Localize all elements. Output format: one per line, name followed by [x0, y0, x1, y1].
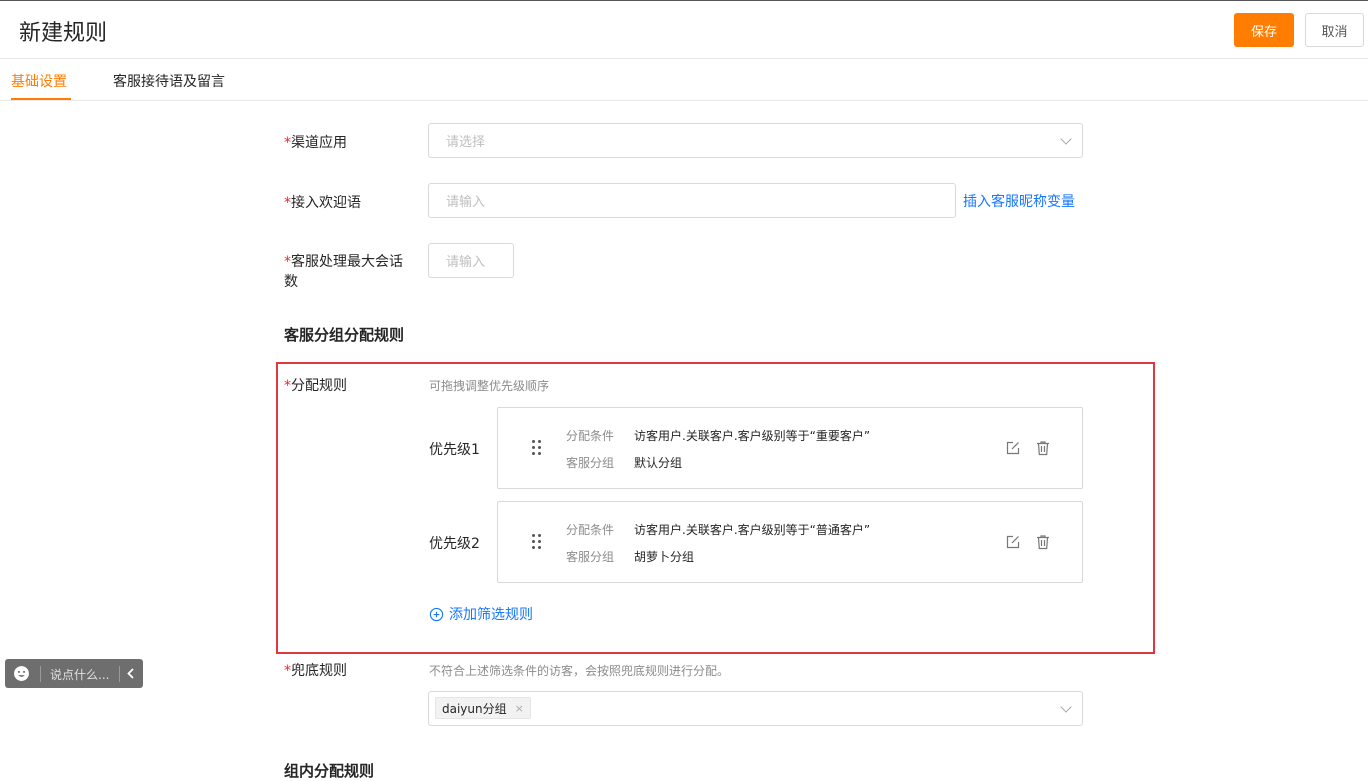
insert-nickname-variable-link[interactable]: 插入客服昵称变量: [963, 191, 1075, 211]
page-title: 新建规则: [19, 21, 108, 46]
active-tab-indicator: [11, 98, 71, 100]
priority-2-card: 分配条件 访客用户.关联客户.客户级别等于“普通客户” 客服分组 胡萝卜分组: [497, 501, 1083, 583]
close-icon[interactable]: ×: [515, 702, 524, 715]
chat-widget-placeholder: 说点什么...: [50, 668, 110, 682]
max-sessions-label-line2: 数: [284, 274, 298, 290]
group-value: 胡萝卜分组: [634, 550, 695, 564]
group-key: 客服分组: [566, 550, 615, 564]
priority-2-label: 优先级2: [429, 536, 480, 552]
chevron-left-icon[interactable]: [125, 667, 137, 680]
assignment-rule-label-text: 分配规则: [291, 378, 347, 394]
channel-select-placeholder: 请选择: [446, 135, 486, 150]
chevron-down-icon: [1060, 700, 1072, 713]
assignment-rule-label: *分配规则: [284, 378, 347, 394]
trash-icon[interactable]: [1035, 534, 1051, 550]
channel-label-text: 渠道应用: [291, 135, 347, 151]
condition-value: 访客用户.关联客户.客户级别等于“普通客户”: [634, 523, 871, 537]
fallback-rule-label: *兜底规则: [284, 663, 347, 679]
plus-circle-icon: [429, 607, 444, 621]
edit-icon[interactable]: [1005, 534, 1021, 550]
fallback-rule-hint: 不符合上述筛选条件的访客，会按照兜底规则进行分配。: [429, 664, 730, 678]
max-sessions-label-line1: 客服处理最大会话: [291, 254, 403, 270]
add-filter-rule-label: 添加筛选规则: [449, 607, 533, 623]
drag-handle-icon[interactable]: [532, 440, 542, 456]
tab-basic-settings[interactable]: 基础设置: [11, 71, 67, 91]
group-assignment-section-title: 客服分组分配规则: [284, 326, 405, 344]
welcome-label-text: 接入欢迎语: [291, 195, 361, 211]
max-sessions-label: *客服处理最大会话 数: [284, 254, 403, 290]
smile-icon: [14, 666, 29, 681]
channel-label: *渠道应用: [284, 135, 347, 151]
cancel-button[interactable]: 取消: [1305, 13, 1364, 47]
trash-icon[interactable]: [1035, 440, 1051, 456]
drag-handle-icon[interactable]: [532, 534, 542, 550]
priority-1-label: 优先级1: [429, 442, 480, 458]
chevron-down-icon: [1060, 132, 1072, 145]
edit-icon[interactable]: [1005, 440, 1021, 456]
welcome-input[interactable]: 请输入: [428, 183, 956, 218]
condition-key: 分配条件: [566, 429, 615, 443]
fallback-group-tag-label: daiyun分组: [442, 701, 507, 716]
condition-key: 分配条件: [566, 523, 615, 537]
chat-widget-divider: [119, 666, 120, 682]
chat-widget-divider: [40, 666, 41, 682]
drag-order-hint: 可拖拽调整优先级顺序: [429, 379, 550, 393]
max-sessions-input[interactable]: 请输入: [428, 243, 514, 278]
channel-select[interactable]: 请选择: [428, 123, 1083, 158]
add-filter-rule-button[interactable]: 添加筛选规则: [429, 604, 533, 624]
condition-value: 访客用户.关联客户.客户级别等于“重要客户”: [634, 429, 871, 443]
tab-greetings-messages[interactable]: 客服接待语及留言: [113, 71, 225, 91]
page-header: 新建规则 保存 取消: [0, 1, 1368, 59]
inner-group-section-title: 组内分配规则: [284, 762, 375, 780]
priority-1-card: 分配条件 访客用户.关联客户.客户级别等于“重要客户” 客服分组 默认分组: [497, 407, 1083, 489]
group-value: 默认分组: [634, 456, 683, 470]
fallback-group-tag: daiyun分组 ×: [435, 697, 531, 719]
save-button[interactable]: 保存: [1234, 13, 1294, 47]
max-sessions-input-placeholder: 请输入: [446, 255, 486, 270]
fallback-rule-label-text: 兜底规则: [291, 663, 347, 679]
tab-bar: 基础设置 客服接待语及留言: [0, 59, 1368, 101]
group-key: 客服分组: [566, 456, 615, 470]
chat-widget[interactable]: 说点什么...: [5, 659, 143, 688]
welcome-input-placeholder: 请输入: [446, 195, 486, 210]
welcome-label: *接入欢迎语: [284, 195, 361, 211]
